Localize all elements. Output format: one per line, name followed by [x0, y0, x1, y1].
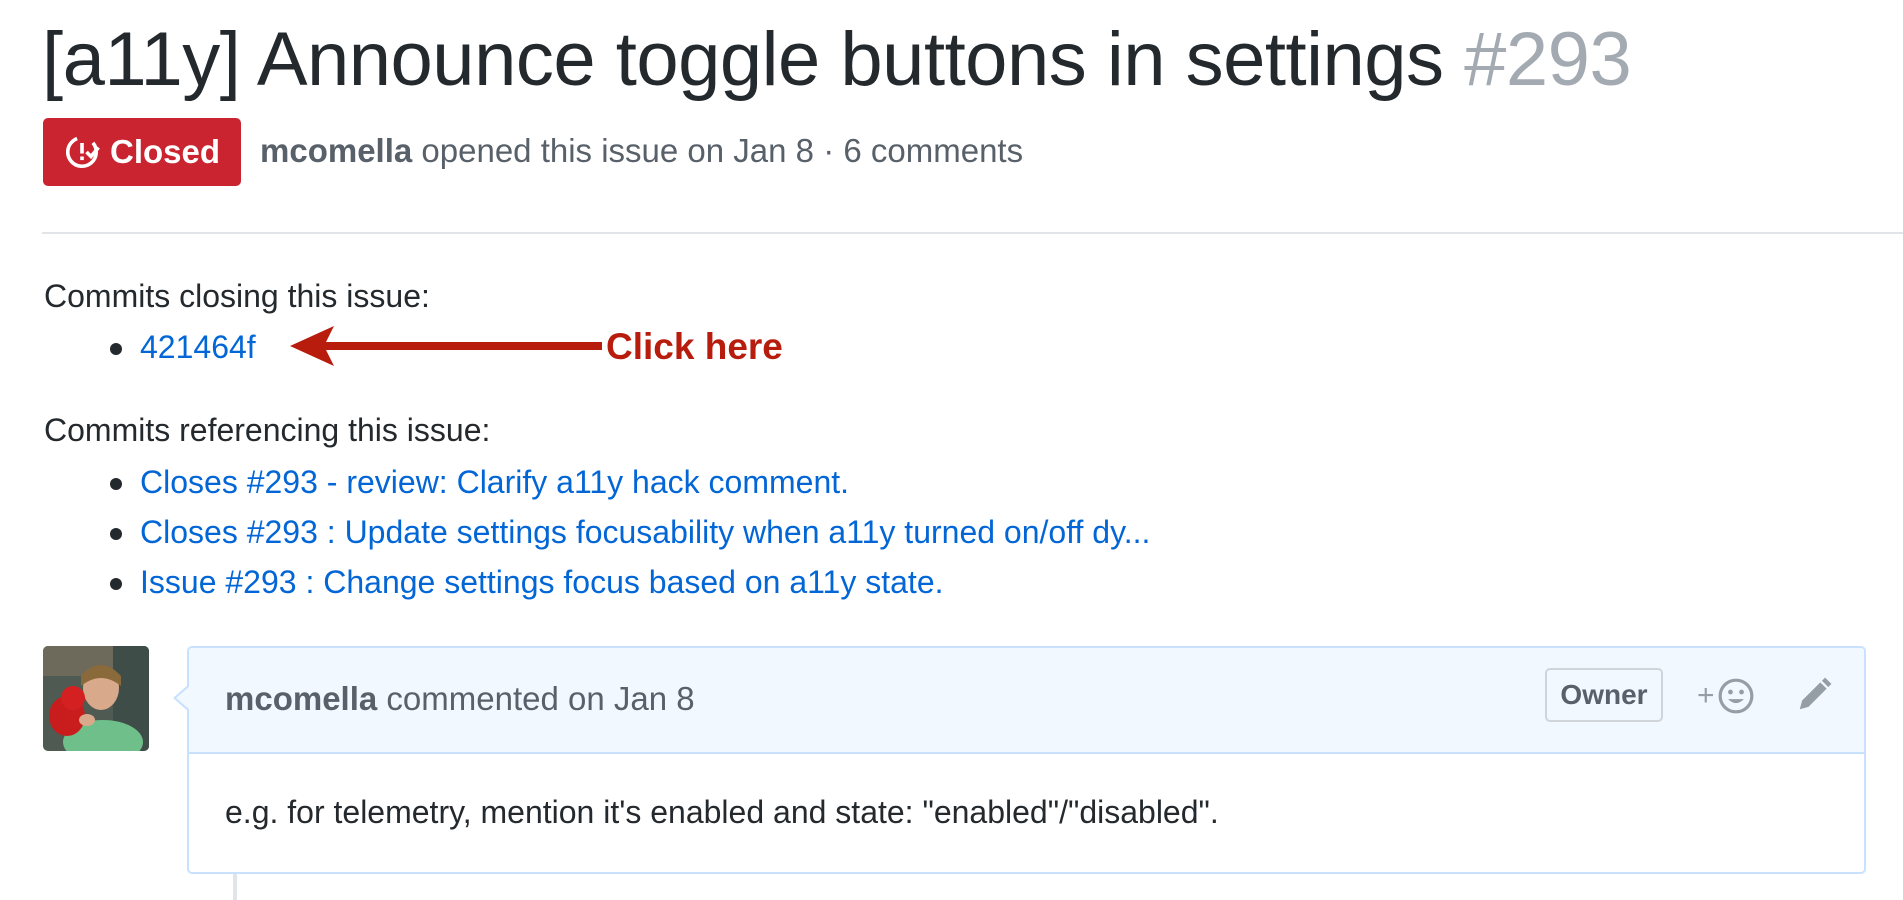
edit-comment-button[interactable]: [1795, 676, 1833, 719]
issue-meta: mcomella opened this issue on Jan 8 · 6 …: [260, 132, 1023, 170]
list-item: Closes #293 : Update settings focusabili…: [0, 507, 1150, 557]
closing-commits-heading: Commits closing this issue:: [44, 278, 430, 314]
avatar[interactable]: [43, 646, 149, 751]
issue-author-link[interactable]: mcomella: [260, 132, 412, 169]
annotation-arrow: [290, 326, 602, 366]
commit-link[interactable]: Closes #293 : Update settings focusabili…: [140, 514, 1150, 550]
add-reaction-button[interactable]: +: [1697, 674, 1755, 718]
issue-number: #293: [1464, 17, 1632, 102]
comment-author-link[interactable]: mcomella: [225, 680, 377, 717]
comment-header: mcomella commented on Jan 8 Owner +: [189, 648, 1864, 754]
issue-title-row: [a11y] Announce toggle buttons in settin…: [42, 10, 1632, 110]
commit-link[interactable]: Closes #293 - review: Clarify a11y hack …: [140, 464, 849, 500]
commit-link[interactable]: 421464f: [140, 329, 256, 365]
reaction-plus: +: [1697, 679, 1715, 712]
divider: [42, 232, 1903, 234]
annotation-label: Click here: [606, 326, 783, 367]
list-item: Issue #293 : Change settings focus based…: [0, 557, 1150, 607]
comment-body: e.g. for telemetry, mention it's enabled…: [225, 794, 1219, 830]
smiley-icon: [1718, 678, 1753, 714]
avatar-image: [43, 646, 149, 751]
comment-meta: mcomella commented on Jan 8: [225, 680, 695, 718]
commit-link[interactable]: Issue #293 : Change settings focus based…: [140, 564, 944, 600]
list-item: Closes #293 - review: Clarify a11y hack …: [0, 457, 1150, 507]
status-badge: Closed: [43, 118, 241, 186]
issue-closed-icon: [65, 135, 100, 169]
timeline-line: [233, 874, 237, 900]
list-item: 421464f: [0, 322, 256, 372]
closing-commits-list: 421464f: [0, 322, 256, 372]
status-label: Closed: [109, 133, 221, 170]
issue-opened-text: opened this issue on Jan 8 · 6 comments: [421, 132, 1024, 169]
arrow-left-icon: [290, 326, 602, 366]
referencing-commits-list: Closes #293 - review: Clarify a11y hack …: [0, 457, 1150, 607]
owner-badge: Owner: [1545, 668, 1663, 722]
comment-meta-text: commented on Jan 8: [386, 680, 695, 717]
comment-box: mcomella commented on Jan 8 Owner + e.g.…: [173, 646, 1866, 874]
referencing-commits-heading: Commits referencing this issue:: [44, 412, 491, 448]
issue-title: [a11y] Announce toggle buttons in settin…: [42, 17, 1444, 102]
pencil-icon: [1799, 677, 1832, 710]
